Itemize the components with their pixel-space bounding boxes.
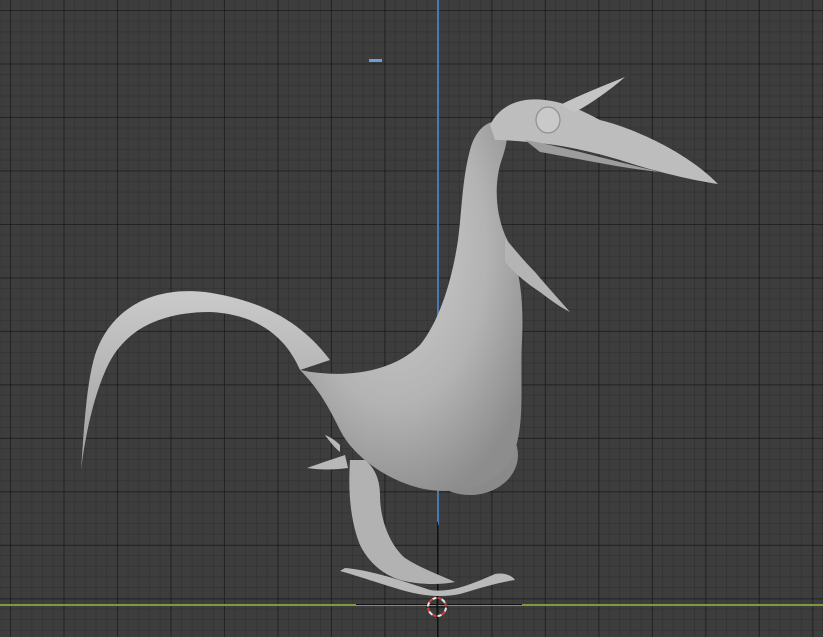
- thigh-spike-upper: [325, 435, 340, 452]
- horn-mesh: [560, 77, 625, 112]
- 3d-viewport[interactable]: [0, 0, 823, 637]
- body-mesh: [300, 121, 523, 491]
- thigh-spike-lower: [307, 455, 348, 470]
- tail-mesh: [81, 291, 330, 470]
- head-mesh: [490, 99, 718, 184]
- creature-sculpt-mesh[interactable]: [0, 0, 823, 637]
- 3d-cursor-icon[interactable]: [426, 596, 448, 618]
- eye-mesh: [535, 106, 561, 134]
